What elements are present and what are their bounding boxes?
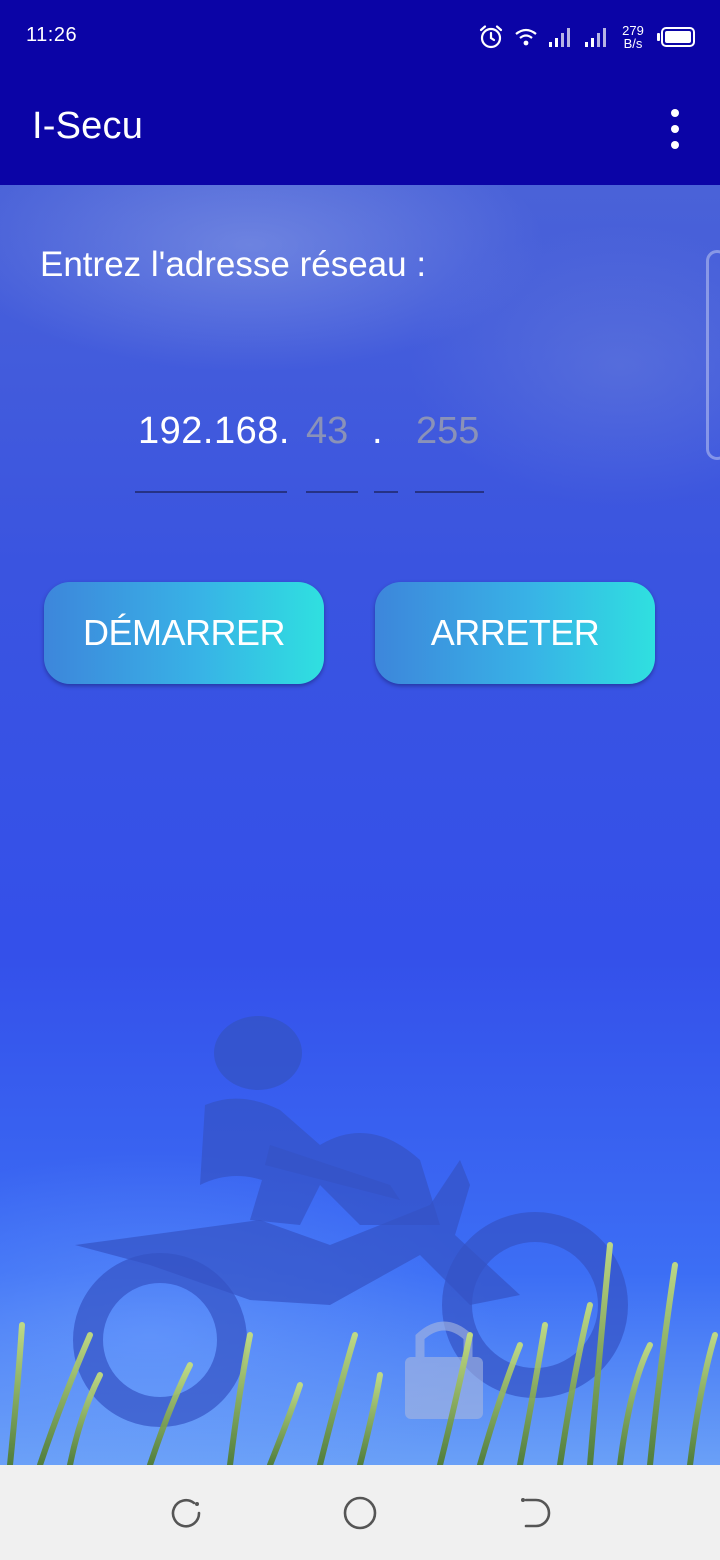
network-speed: 279 B/s (620, 24, 646, 50)
ip-separator-underline (374, 491, 398, 493)
ip-third-octet-field[interactable]: 43 (306, 407, 348, 455)
ip-separator-field[interactable]: . (372, 407, 383, 455)
signal-icon (585, 28, 606, 47)
ip-third-octet-underline (306, 491, 358, 493)
ip-address-input-group: 192.168. 43 . 255 (135, 407, 495, 497)
recents-icon[interactable] (164, 1491, 208, 1535)
ip-prefix-underline (135, 491, 287, 493)
menu-dot (671, 141, 679, 149)
main-content: Entrez l'adresse réseau : 192.168. 43 . … (0, 185, 720, 1465)
ip-fourth-octet-underline (415, 491, 484, 493)
home-icon[interactable] (338, 1491, 382, 1535)
app-screen: 11:26 279 B/s I-Secu Entrez l'adresse ré… (0, 0, 720, 1560)
navigation-bar (0, 1465, 720, 1560)
app-bar: I-Secu (0, 75, 720, 185)
network-speed-unit: B/s (623, 36, 643, 51)
battery-icon (657, 27, 695, 47)
ip-fourth-octet-field[interactable]: 255 (416, 407, 479, 455)
alarm-icon (479, 25, 503, 49)
status-bar: 11:26 279 B/s (0, 0, 720, 75)
menu-dot (671, 109, 679, 117)
back-icon[interactable] (512, 1491, 556, 1535)
motorcycle-rider-illustration (7, 1016, 718, 1465)
start-button[interactable]: DÉMARRER (44, 582, 324, 684)
stop-button[interactable]: ARRETER (375, 582, 655, 684)
more-vert-icon[interactable] (660, 109, 690, 149)
edge-panel-handle[interactable] (706, 250, 720, 460)
wifi-icon (515, 28, 537, 46)
app-title: I-Secu (32, 105, 144, 147)
status-icons: 279 B/s (478, 22, 696, 52)
menu-dot (671, 125, 679, 133)
signal-icon (549, 28, 570, 47)
status-time: 11:26 (26, 24, 78, 46)
ip-prefix-text: 192.168. (138, 410, 290, 452)
network-address-label: Entrez l'adresse réseau : (40, 245, 427, 284)
